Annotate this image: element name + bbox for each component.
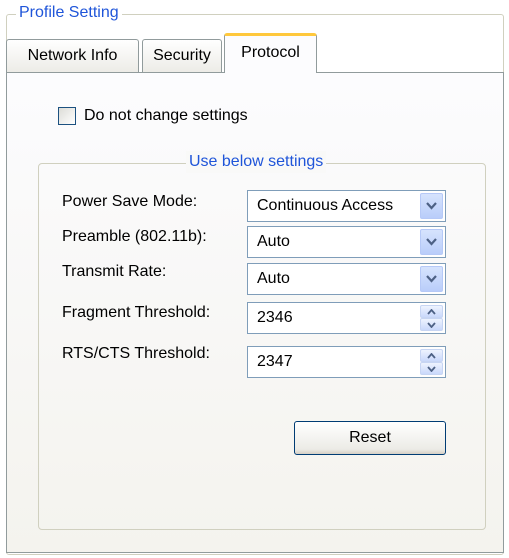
power-save-mode-label: Power Save Mode:	[62, 193, 198, 210]
preamble-value: Auto	[257, 233, 290, 250]
power-save-mode-dropdown[interactable]: Continuous Access	[247, 190, 446, 222]
fragment-threshold-spinner[interactable]: 2346	[247, 302, 446, 334]
do-not-change-settings-checkbox[interactable]	[58, 107, 76, 125]
rts-cts-threshold-label: RTS/CTS Threshold:	[62, 345, 210, 362]
transmit-rate-value: Auto	[257, 270, 290, 287]
transmit-rate-label: Transmit Rate:	[62, 263, 167, 280]
chevron-down-icon[interactable]	[420, 266, 443, 292]
chevron-down-icon[interactable]	[420, 229, 443, 255]
preamble-label: Preamble (802.11b):	[62, 228, 207, 245]
preamble-dropdown[interactable]: Auto	[247, 226, 446, 258]
spin-down-icon[interactable]	[420, 318, 443, 331]
spin-down-icon[interactable]	[420, 362, 443, 375]
power-save-mode-value: Continuous Access	[257, 197, 394, 214]
use-below-settings-label: Use below settings	[186, 151, 327, 173]
rts-cts-threshold-spinner[interactable]: 2347	[247, 346, 446, 378]
fragment-threshold-value[interactable]: 2346	[257, 303, 293, 333]
chevron-down-icon[interactable]	[420, 193, 443, 219]
do-not-change-settings-label[interactable]: Do not change settings	[84, 105, 248, 127]
transmit-rate-dropdown[interactable]: Auto	[247, 263, 446, 295]
spin-up-icon[interactable]	[420, 349, 443, 362]
rts-cts-threshold-value[interactable]: 2347	[257, 347, 293, 377]
profile-setting-label: Profile Setting	[16, 2, 122, 24]
tab-protocol[interactable]: Protocol	[224, 33, 317, 73]
spin-up-icon[interactable]	[420, 305, 443, 318]
tab-security[interactable]: Security	[142, 39, 222, 73]
tab-network-info[interactable]: Network Info	[6, 39, 139, 73]
reset-button[interactable]: Reset	[294, 421, 446, 455]
fragment-threshold-label: Fragment Threshold:	[62, 304, 211, 321]
